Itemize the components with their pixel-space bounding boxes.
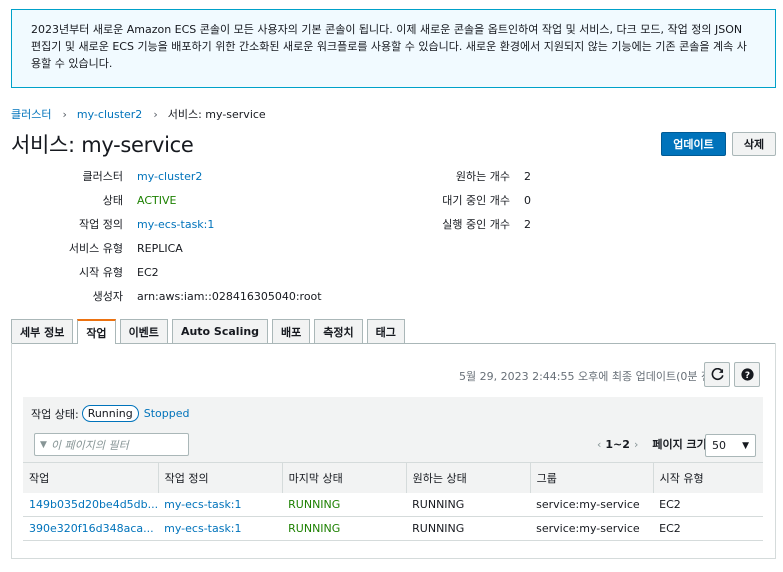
table-row: 390e320f16d348aca... my-ecs-task:1 RUNNI… xyxy=(23,516,763,541)
pending-count-value: 0 xyxy=(524,193,531,207)
breadcrumb-clusters[interactable]: 클러스터 xyxy=(11,106,51,122)
tab-tasks[interactable]: 작업 xyxy=(77,319,116,344)
task-definition-link[interactable]: my-ecs-task:1 xyxy=(123,218,214,231)
help-button[interactable]: ? xyxy=(734,362,760,387)
page-size-select[interactable]: 50 ▼ xyxy=(705,434,756,457)
help-icon: ? xyxy=(740,368,754,381)
detail-key: 시작 유형 xyxy=(79,266,123,279)
refresh-icon xyxy=(711,368,724,381)
chevron-left-icon[interactable]: ‹ xyxy=(597,438,601,451)
detail-row-desired-count: 원하는 개수 2 xyxy=(400,164,531,188)
desired-status-cell: RUNNING xyxy=(406,492,531,517)
last-updated-text: 5월 29, 2023 2:44:55 오후에 최종 업데이트(0분 전) xyxy=(459,370,716,383)
banner-text: 2023년부터 새로운 Amazon ECS 콘솔이 모든 사용자의 기본 콘솔… xyxy=(31,23,747,70)
page-size-label: 페이지 크기 xyxy=(652,438,707,451)
tab-events[interactable]: 이벤트 xyxy=(119,319,168,343)
breadcrumb-current: 서비스: my-service xyxy=(167,108,266,121)
column-header-task[interactable]: 작업 xyxy=(23,462,159,493)
task-filter-input[interactable]: ▼ 이 페이지의 필터 xyxy=(34,433,189,456)
filter-icon: ▼ xyxy=(40,439,47,450)
status-running-toggle[interactable]: Running xyxy=(81,405,139,422)
breadcrumb: 클러스터 › my-cluster2 › 서비스: my-service xyxy=(11,106,266,122)
cluster-link[interactable]: my-cluster2 xyxy=(123,170,202,183)
chevron-right-icon[interactable]: › xyxy=(634,438,638,451)
tab-metrics[interactable]: 측정치 xyxy=(314,319,363,343)
last-status-cell: RUNNING xyxy=(282,516,407,541)
delete-button[interactable]: 삭제 xyxy=(732,132,776,156)
info-banner: 2023년부터 새로운 Amazon ECS 콘솔이 모든 사용자의 기본 콘솔… xyxy=(11,9,776,88)
service-type-value: REPLICA xyxy=(137,241,183,255)
desired-count-value: 2 xyxy=(524,169,531,183)
tab-details[interactable]: 세부 정보 xyxy=(11,319,74,343)
detail-row-cluster: 클러스터 my-cluster2 xyxy=(11,164,322,188)
pagination: ‹ 1~2 › 페이지 크기 xyxy=(593,436,707,452)
detail-key: 원하는 개수 xyxy=(455,170,510,183)
detail-key: 상태 xyxy=(102,194,123,207)
page-size-value: 50 xyxy=(712,439,726,452)
status-value: ACTIVE xyxy=(137,193,177,207)
table-header-row: 작업 작업 정의 마지막 상태 원하는 상태 그룹 시작 유형 xyxy=(23,462,763,493)
detail-row-service-type: 서비스 유형 REPLICA xyxy=(11,236,322,260)
launch-type-cell: EC2 xyxy=(653,516,763,541)
detail-row-status: 상태 ACTIVE xyxy=(11,188,322,212)
created-by-value: arn:aws:iam::028416305040:root xyxy=(137,289,322,303)
service-details-right: 원하는 개수 2 대기 중인 개수 0 실행 중인 개수 2 xyxy=(400,164,531,236)
detail-row-created-by: 생성자 arn:aws:iam::028416305040:root xyxy=(11,284,322,308)
launch-type-value: EC2 xyxy=(137,265,159,279)
column-header-task-definition[interactable]: 작업 정의 xyxy=(157,462,283,493)
detail-row-task-definition: 작업 정의 my-ecs-task:1 xyxy=(11,212,322,236)
table-row: 149b035d20be4d5db... my-ecs-task:1 RUNNI… xyxy=(23,492,763,517)
tab-bar: 세부 정보 작업 이벤트 Auto Scaling 배포 측정치 태그 xyxy=(11,319,409,344)
task-definition-link[interactable]: my-ecs-task:1 xyxy=(158,492,283,517)
status-stopped-toggle[interactable]: Stopped xyxy=(144,407,190,420)
group-cell: service:my-service xyxy=(530,516,654,541)
task-id-link[interactable]: 149b035d20be4d5db... xyxy=(23,492,159,517)
detail-key: 클러스터 xyxy=(82,170,123,183)
group-cell: service:my-service xyxy=(530,492,654,517)
tab-auto-scaling[interactable]: Auto Scaling xyxy=(171,319,269,343)
detail-key: 작업 정의 xyxy=(79,218,123,231)
detail-row-pending-count: 대기 중인 개수 0 xyxy=(400,188,531,212)
service-details-left: 클러스터 my-cluster2 상태 ACTIVE 작업 정의 my-ecs-… xyxy=(11,164,322,308)
task-status-label: 작업 상태: xyxy=(31,407,79,421)
column-header-desired-status[interactable]: 원하는 상태 xyxy=(405,462,531,493)
task-definition-link[interactable]: my-ecs-task:1 xyxy=(158,516,283,541)
breadcrumb-cluster[interactable]: my-cluster2 xyxy=(77,108,142,121)
caret-down-icon: ▼ xyxy=(742,441,749,451)
task-id-link[interactable]: 390e320f16d348aca... xyxy=(23,516,159,541)
update-button[interactable]: 업데이트 xyxy=(661,132,726,156)
filter-placeholder: 이 페이지의 필터 xyxy=(50,438,129,452)
detail-key: 서비스 유형 xyxy=(68,242,123,255)
svg-text:?: ? xyxy=(744,371,749,381)
detail-key: 생성자 xyxy=(92,290,123,303)
column-header-last-status[interactable]: 마지막 상태 xyxy=(281,462,407,493)
running-count-value: 2 xyxy=(524,217,531,231)
tab-tags[interactable]: 태그 xyxy=(366,319,405,343)
breadcrumb-separator-icon: › xyxy=(62,107,67,121)
desired-status-cell: RUNNING xyxy=(406,516,531,541)
detail-row-launch-type: 시작 유형 EC2 xyxy=(11,260,322,284)
page-range: 1~2 xyxy=(605,437,630,451)
launch-type-cell: EC2 xyxy=(653,492,763,517)
refresh-button[interactable] xyxy=(704,362,730,387)
tasks-table: 작업 작업 정의 마지막 상태 원하는 상태 그룹 시작 유형 149b035d… xyxy=(23,462,763,541)
tab-deployments[interactable]: 배포 xyxy=(272,319,311,343)
detail-row-running-count: 실행 중인 개수 2 xyxy=(400,212,531,236)
breadcrumb-separator-icon: › xyxy=(153,107,158,121)
column-header-group[interactable]: 그룹 xyxy=(529,462,654,493)
task-status-filter: 작업 상태: Running Stopped xyxy=(31,405,190,422)
detail-key: 대기 중인 개수 xyxy=(442,194,510,207)
column-header-launch-type[interactable]: 시작 유형 xyxy=(652,462,763,493)
detail-key: 실행 중인 개수 xyxy=(442,218,510,231)
last-status-cell: RUNNING xyxy=(282,492,407,517)
page-title: 서비스: my-service xyxy=(11,133,194,157)
